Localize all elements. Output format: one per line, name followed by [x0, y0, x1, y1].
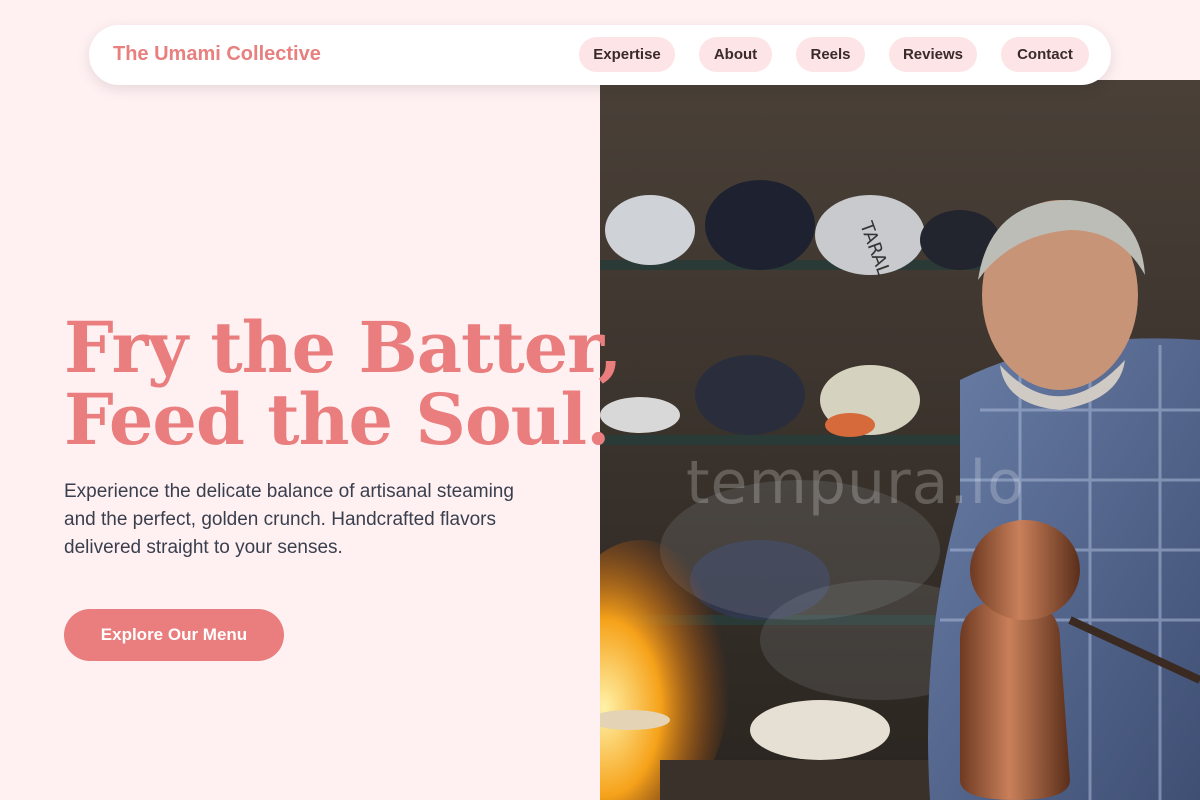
headline-line-2: Feed the Soul.	[64, 378, 611, 461]
nav-link-about[interactable]: About	[699, 37, 772, 72]
shelf	[600, 435, 1020, 445]
copper-pot	[960, 600, 1070, 800]
main-nav: The Umami Collective Expertise About Ree…	[89, 25, 1111, 85]
gloved-hand	[750, 700, 890, 760]
nav-link-expertise[interactable]: Expertise	[579, 37, 675, 72]
hero-headline: Fry the Batter, Feed the Soul.	[64, 306, 622, 461]
explore-menu-button[interactable]: Explore Our Menu	[64, 609, 284, 661]
nav-links: Expertise About Reels Reviews Contact	[89, 37, 1111, 73]
hero-subtext: Experience the delicate balance of artis…	[64, 481, 514, 558]
nav-link-reviews[interactable]: Reviews	[889, 37, 977, 72]
watermark-text: tempura.lo	[686, 448, 1025, 518]
nav-link-contact[interactable]: Contact	[1001, 37, 1089, 72]
headline-line-1: Fry the Batter,	[64, 306, 622, 389]
hero-image: TARAL tempura.lo	[600, 80, 1200, 800]
hero-photo-art: TARAL	[600, 80, 1200, 800]
nav-link-reels[interactable]: Reels	[796, 37, 865, 72]
